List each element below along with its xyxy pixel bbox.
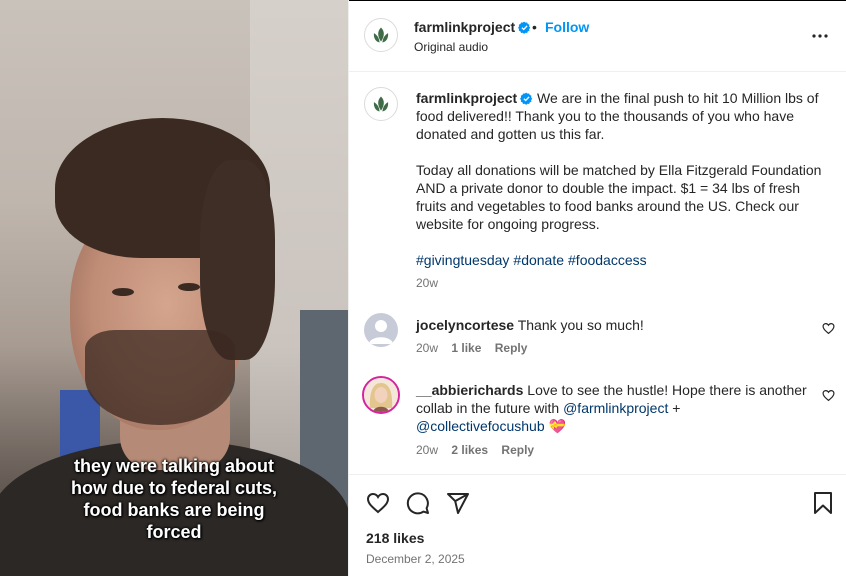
comment-plus: + xyxy=(672,400,681,416)
commenter-avatar-story[interactable] xyxy=(362,376,400,414)
subtitle-line: forced xyxy=(146,522,202,542)
default-avatar-icon xyxy=(369,320,393,344)
post-actions-bar: 218 likes December 2, 2025 xyxy=(349,474,846,576)
verified-badge-icon xyxy=(520,92,533,105)
comment-timestamp[interactable]: 20w xyxy=(416,341,438,355)
commenter-username[interactable]: __abbierichards xyxy=(416,382,523,398)
like-count[interactable]: 218 likes xyxy=(366,530,424,546)
post-viewer: they were talking about how due to feder… xyxy=(0,0,846,576)
video-player[interactable]: they were talking about how due to feder… xyxy=(0,0,348,576)
profile-photo-icon xyxy=(364,378,398,412)
subtitle-line: food banks are being xyxy=(83,500,265,520)
post-caption: farmlinkproject We are in the final push… xyxy=(416,89,831,269)
reply-button[interactable]: Reply xyxy=(495,341,528,355)
hashtag-link[interactable]: #givingtuesday xyxy=(416,252,509,268)
hashtag-link[interactable]: #foodaccess xyxy=(568,252,647,268)
verified-badge-icon xyxy=(518,21,531,34)
more-options-icon[interactable] xyxy=(811,27,829,45)
post-date[interactable]: December 2, 2025 xyxy=(366,552,465,566)
farmlink-avatar[interactable] xyxy=(364,18,398,52)
comment-meta: 20w 2 likes Reply xyxy=(416,443,534,457)
caption-author-avatar[interactable] xyxy=(364,87,398,121)
commenter-avatar[interactable] xyxy=(364,313,398,347)
comment-text: __abbierichards Love to see the hustle! … xyxy=(416,381,811,435)
subtitle-line: how due to federal cuts, xyxy=(70,478,278,498)
mention-link[interactable]: @farmlinkproject xyxy=(563,400,668,416)
audio-label[interactable]: Original audio xyxy=(414,40,488,54)
subtitle-line: they were talking about xyxy=(73,456,275,476)
header-separator: • xyxy=(532,19,537,35)
farmlink-logo-icon xyxy=(373,27,389,43)
person-beard xyxy=(85,330,235,425)
comment-timestamp[interactable]: 20w xyxy=(416,443,438,457)
comment-meta: 20w 1 like Reply xyxy=(416,341,527,355)
person-eye-left xyxy=(112,288,134,296)
farmlink-logo-icon xyxy=(373,96,389,112)
comment-icon[interactable] xyxy=(406,491,430,515)
bookmark-icon[interactable] xyxy=(812,491,834,515)
heart-icon[interactable] xyxy=(366,491,390,515)
heart-emoji: 💝 xyxy=(548,418,566,434)
caption-timestamp[interactable]: 20w xyxy=(416,276,438,290)
comment-like-heart-icon[interactable] xyxy=(822,389,835,402)
caption-hashtags: #givingtuesday #donate #foodaccess xyxy=(416,251,831,269)
share-icon[interactable] xyxy=(446,491,470,515)
caption-paragraph-2: Today all donations will be matched by E… xyxy=(416,162,822,232)
comment-likes[interactable]: 1 like xyxy=(451,341,481,355)
post-details-panel: farmlinkproject • Follow Original audio … xyxy=(348,0,846,576)
person-eye-right xyxy=(178,283,200,291)
comment-text: jocelyncortese Thank you so much! xyxy=(416,316,806,334)
mention-link[interactable]: @collectivefocushub xyxy=(416,418,545,434)
post-author-username[interactable]: farmlinkproject xyxy=(414,19,515,35)
hashtag-link[interactable]: #donate xyxy=(513,252,564,268)
commenter-username[interactable]: jocelyncortese xyxy=(416,317,514,333)
reply-button[interactable]: Reply xyxy=(501,443,534,457)
comment-likes[interactable]: 2 likes xyxy=(451,443,488,457)
comment-body: Thank you so much! xyxy=(517,317,644,333)
video-subtitle: they were talking about how due to feder… xyxy=(0,455,348,543)
post-header: farmlinkproject • Follow Original audio xyxy=(349,0,846,72)
caption-author-username[interactable]: farmlinkproject xyxy=(416,90,517,106)
comment-like-heart-icon[interactable] xyxy=(822,322,835,335)
follow-button[interactable]: Follow xyxy=(545,19,589,35)
